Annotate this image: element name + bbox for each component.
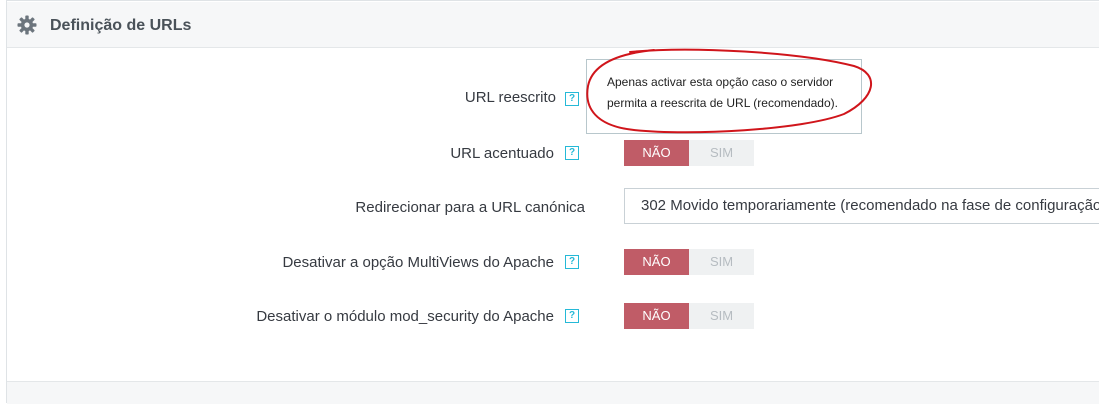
help-icon[interactable]: ? xyxy=(565,92,579,106)
multiviews-label: Desativar a opção MultiViews do Apache xyxy=(282,254,554,271)
url-rewrite-row: URL reescrito xyxy=(7,87,567,111)
help-icon[interactable]: ? xyxy=(565,146,579,160)
url-accented-label: URL acentuado xyxy=(450,145,554,162)
canonical-redirect-label: Redirecionar para a URL canónica xyxy=(355,199,585,216)
panel-footer xyxy=(7,381,1099,404)
help-tooltip: Apenas activar esta opção caso o servido… xyxy=(586,59,862,134)
url-accented-row: URL acentuado xyxy=(7,143,567,167)
switch-no-option[interactable]: NÃO xyxy=(624,249,689,275)
switch-no-option[interactable]: NÃO xyxy=(624,303,689,329)
panel-title: Definição de URLs xyxy=(50,17,192,34)
multiviews-switch[interactable]: NÃO SIM xyxy=(624,249,754,275)
gear-icon xyxy=(17,15,37,35)
tooltip-text: Apenas activar esta opção caso o servido… xyxy=(607,75,838,110)
multiviews-row: Desativar a opção MultiViews do Apache xyxy=(7,252,567,276)
help-icon[interactable]: ? xyxy=(565,309,579,323)
help-icon[interactable]: ? xyxy=(565,255,579,269)
switch-yes-option[interactable]: SIM xyxy=(689,140,754,166)
mod-security-row: Desativar o módulo mod_security do Apach… xyxy=(7,306,567,330)
mod-security-switch[interactable]: NÃO SIM xyxy=(624,303,754,329)
url-accented-switch[interactable]: NÃO SIM xyxy=(624,140,754,166)
canonical-redirect-select[interactable]: 302 Movido temporariamente (recomendado … xyxy=(624,188,1099,224)
url-rewrite-label: URL reescrito xyxy=(464,89,556,106)
switch-yes-option[interactable]: SIM xyxy=(689,303,754,329)
canonical-redirect-row: Redirecionar para a URL canónica xyxy=(7,197,585,221)
switch-no-option[interactable]: NÃO xyxy=(624,140,689,166)
switch-yes-option[interactable]: SIM xyxy=(689,249,754,275)
panel-heading: Definição de URLs xyxy=(7,2,1099,48)
mod-security-label: Desativar o módulo mod_security do Apach… xyxy=(256,308,554,325)
